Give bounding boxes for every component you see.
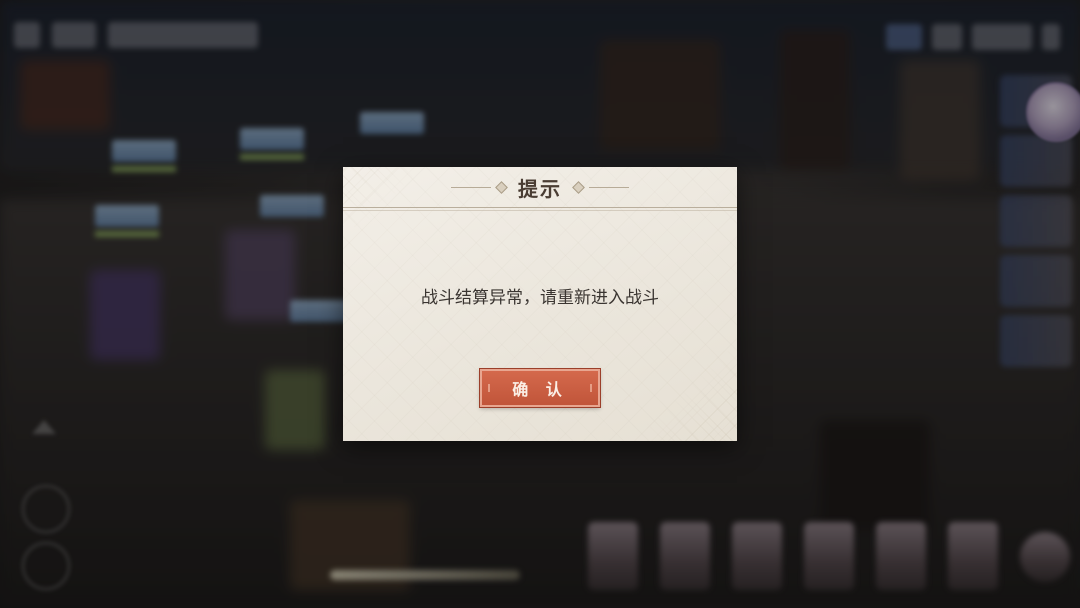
divider: [451, 186, 491, 188]
divider: [589, 186, 629, 188]
dialog-message: 战斗结算异常，请重新进入战斗: [421, 288, 659, 308]
dialog-title: 提示: [518, 176, 562, 201]
diamond-ornament-icon: [495, 180, 508, 194]
button-ornament: [590, 384, 592, 392]
game-scene: 提示 战斗结算异常，请重新进入战斗 确 认: [0, 0, 1080, 608]
dialog-header: 提示: [343, 167, 737, 211]
confirm-button-label: 确 认: [512, 380, 568, 399]
button-ornament: [488, 384, 490, 392]
alert-dialog: 提示 战斗结算异常，请重新进入战斗 确 认: [343, 167, 737, 441]
diamond-ornament-icon: [572, 180, 585, 194]
decorative-pattern: [647, 351, 737, 441]
confirm-button[interactable]: 确 认: [479, 368, 601, 408]
